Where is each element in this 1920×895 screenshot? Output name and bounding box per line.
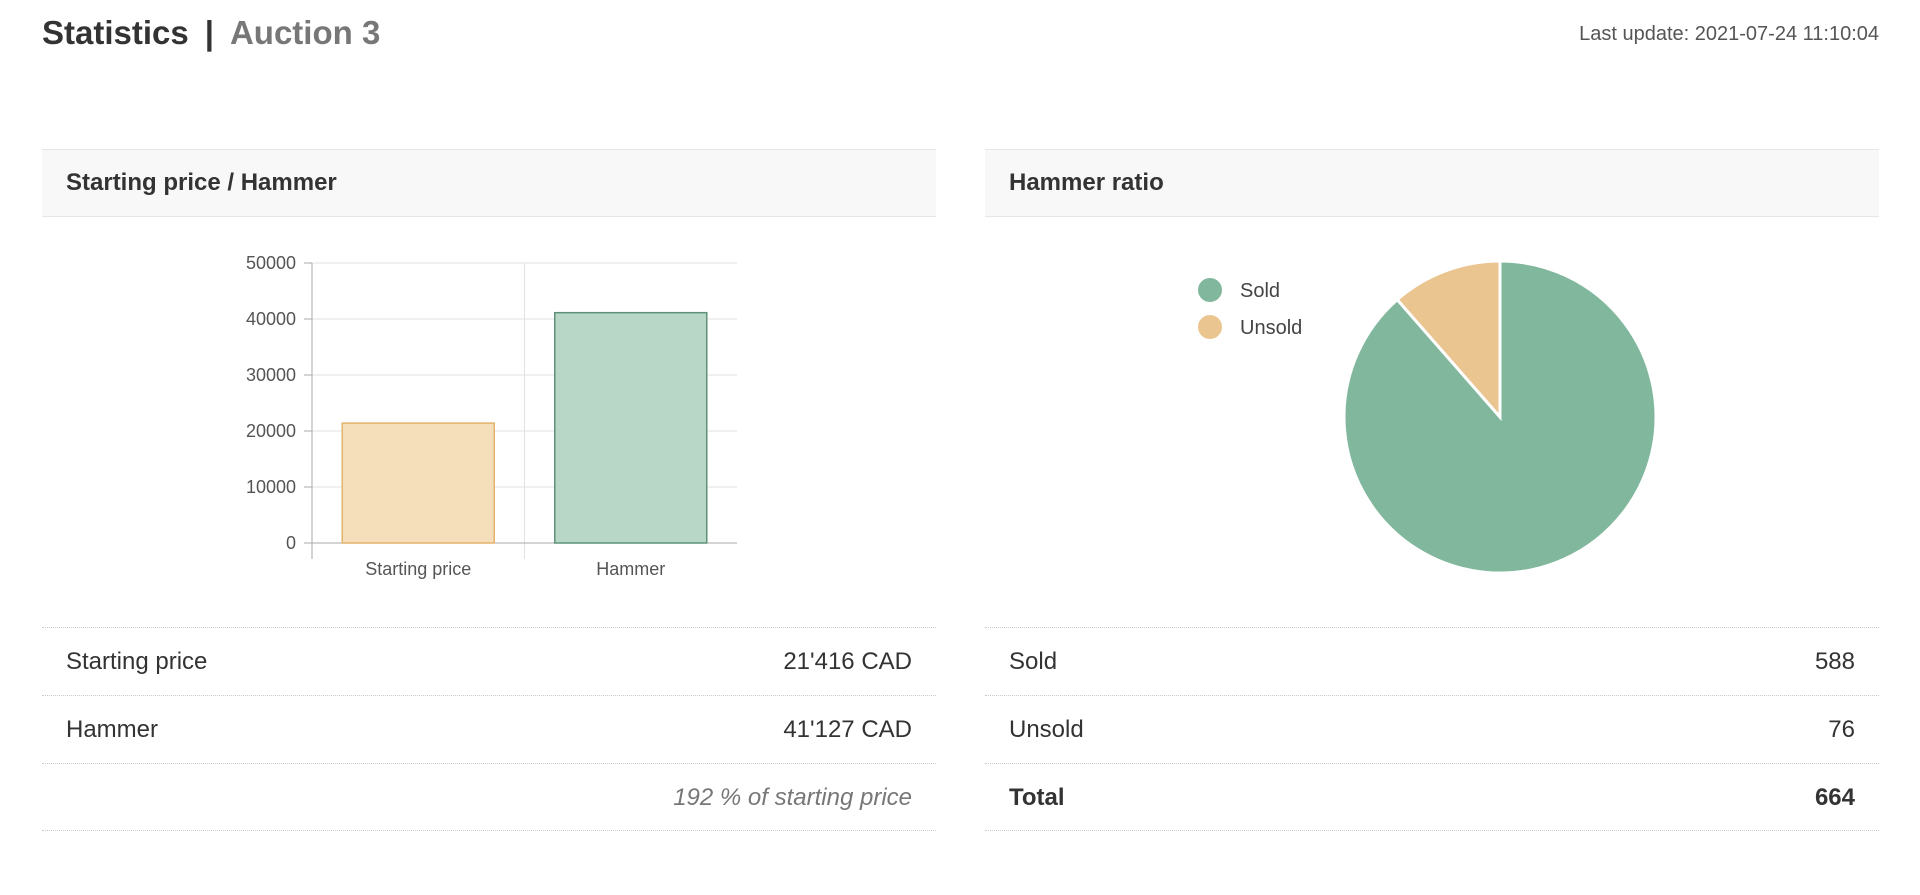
ratio-chart-area: Sold Unsold xyxy=(985,217,1879,627)
x-tick-label: Hammer xyxy=(596,559,665,579)
bar-hammer xyxy=(554,311,708,544)
table-row: 192 % of starting price xyxy=(42,763,936,831)
page-title: Statistics | Auction 3 xyxy=(42,14,380,52)
row-label: Sold xyxy=(1009,648,1058,675)
last-update-text: Last update: 2021-07-24 11:10:04 xyxy=(1579,23,1879,45)
row-value: 76 xyxy=(1828,716,1855,743)
title-separator: | xyxy=(204,14,214,51)
hammer-percentage-note: 192 % of starting price xyxy=(673,784,912,811)
statistics-page: Statistics | Auction 3 Last update: 2021-0… xyxy=(0,0,1920,895)
row-label: Starting price xyxy=(66,648,208,675)
legend-swatch-sold xyxy=(1198,278,1222,302)
x-tick-label: Starting price xyxy=(365,559,471,579)
page-header: Statistics | Auction 3 Last update: 2021-0… xyxy=(42,10,1879,60)
row-label: Hammer xyxy=(66,716,159,743)
table-row: Starting price 21'416 CAD xyxy=(42,627,936,695)
y-tick-label: 20000 xyxy=(246,421,296,441)
bar-chart: 0 10000 20000 30000 40000 50000 Starting price… xyxy=(246,253,737,579)
ratio-panel-heading: Hammer ratio xyxy=(985,149,1879,217)
row-value: 41'127 CAD xyxy=(783,716,912,743)
bar-starting-price xyxy=(341,422,495,544)
y-tick-label: 0 xyxy=(286,533,296,553)
row-label: Unsold xyxy=(1009,716,1084,743)
row-label: Total xyxy=(1009,784,1065,811)
price-chart-area: 0 10000 20000 30000 40000 50000 Starting price… xyxy=(42,217,936,627)
y-tick-label: 40000 xyxy=(246,309,296,329)
row-value: 664 xyxy=(1814,784,1855,811)
row-value: 21'416 CAD xyxy=(783,648,912,675)
legend-label-sold: Sold xyxy=(1240,280,1280,302)
price-panel-heading: Starting price / Hammer xyxy=(42,149,936,217)
table-row: Hammer 41'127 CAD xyxy=(42,695,936,763)
legend-label-unsold: Unsold xyxy=(1240,317,1302,339)
y-tick-label: 50000 xyxy=(246,253,296,273)
row-value: 588 xyxy=(1814,648,1855,675)
price-table: Starting price 21'416 CAD Hammer 41'127 … xyxy=(42,627,936,831)
table-row: Sold 588 xyxy=(985,627,1879,695)
y-tick-label: 10000 xyxy=(246,477,296,497)
title-statistics: Statistics xyxy=(42,14,189,51)
title-auction: Auction 3 xyxy=(229,14,381,51)
y-tick-label: 30000 xyxy=(246,365,296,385)
price-panel: Starting price / Hammer 0 10000 20000 30000… xyxy=(42,149,936,831)
table-row-total: Total 664 xyxy=(985,763,1879,831)
legend-swatch-unsold xyxy=(1198,315,1222,339)
pie-chart: Sold Unsold xyxy=(1198,259,1658,575)
table-row: Unsold 76 xyxy=(985,695,1879,763)
ratio-table: Sold 588 Unsold 76 Total 664 xyxy=(985,627,1879,831)
ratio-panel: Hammer ratio Sold Unsold Sold 588 Unsold … xyxy=(985,149,1879,831)
